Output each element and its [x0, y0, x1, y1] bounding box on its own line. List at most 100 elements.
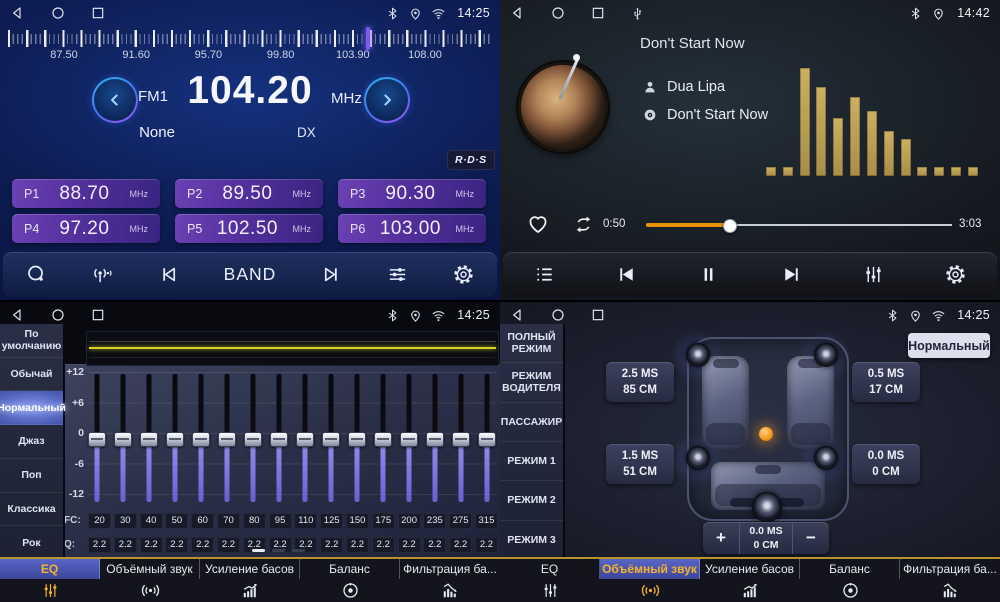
tab-surround[interactable]: Объёмный звук	[100, 559, 200, 602]
radio-preset-p6[interactable]: P6103.00MHz	[338, 214, 486, 243]
slider-thumb[interactable]	[270, 432, 288, 447]
repeat-icon[interactable]	[572, 213, 595, 236]
slider-thumb[interactable]	[426, 432, 444, 447]
delay-plus-button[interactable]: +	[703, 522, 739, 554]
back-icon[interactable]	[510, 5, 526, 21]
eq-band-slider[interactable]	[88, 374, 106, 502]
band-button[interactable]: BAND	[224, 264, 277, 285]
tab-filter[interactable]: Фильтрация ба...	[400, 559, 500, 602]
previous-track-icon[interactable]	[615, 263, 638, 286]
radio-preset-p5[interactable]: P5102.50MHz	[175, 214, 323, 243]
tab-filter[interactable]: Фильтрация ба...	[900, 559, 1000, 602]
playlist-icon[interactable]	[533, 263, 556, 286]
rear-left-delay-button[interactable]: 1.5 MS 51 CM	[606, 444, 674, 484]
eq-band-slider[interactable]	[192, 374, 210, 502]
eq-preset-item[interactable]: По умолчанию	[0, 324, 63, 358]
progress-bar[interactable]	[646, 220, 952, 230]
next-station-icon[interactable]	[320, 263, 343, 286]
rear-right-delay-button[interactable]: 0.0 MS 0 CM	[852, 444, 920, 484]
home-icon[interactable]	[50, 307, 66, 323]
eq-band-slider[interactable]	[140, 374, 158, 502]
front-right-delay-button[interactable]: 0.5 MS 17 CM	[852, 362, 920, 402]
eq-band-slider[interactable]	[452, 374, 470, 502]
eq-band-slider[interactable]	[166, 374, 184, 502]
subwoofer-delay-value[interactable]: 0.0 MS 0 CM	[739, 522, 793, 554]
slider-thumb[interactable]	[88, 432, 106, 447]
eq-band-slider[interactable]	[270, 374, 288, 502]
eq-preset-item[interactable]: Рок	[0, 526, 63, 560]
slider-thumb[interactable]	[322, 432, 340, 447]
tab-bass-boost[interactable]: Усиление басов	[700, 559, 800, 602]
favorite-heart-icon[interactable]	[526, 212, 550, 236]
eq-band-slider[interactable]	[218, 374, 236, 502]
slider-thumb[interactable]	[166, 432, 184, 447]
tune-up-button[interactable]	[364, 77, 410, 123]
pause-icon[interactable]	[697, 263, 720, 286]
recent-apps-icon[interactable]	[90, 307, 106, 323]
eq-sliders-icon[interactable]	[862, 263, 885, 286]
delay-minus-button[interactable]: −	[793, 522, 829, 554]
surround-mode-item[interactable]: РЕЖИМ 3	[500, 521, 563, 560]
slider-thumb[interactable]	[192, 432, 210, 447]
scan-icon[interactable]	[25, 263, 48, 286]
eq-band-slider[interactable]	[348, 374, 366, 502]
slider-thumb[interactable]	[296, 432, 314, 447]
settings-gear-icon[interactable]	[944, 263, 967, 286]
previous-station-icon[interactable]	[157, 263, 180, 286]
tab-eq-sliders[interactable]: EQ	[0, 559, 100, 602]
eq-preset-item[interactable]: Классика	[0, 493, 63, 527]
tab-balance[interactable]: Баланс	[300, 559, 400, 602]
settings-gear-icon[interactable]	[452, 263, 475, 286]
eq-preset-item[interactable]: Джаз	[0, 425, 63, 459]
surround-mode-item[interactable]: РЕЖИМ 1	[500, 442, 563, 481]
slider-thumb[interactable]	[348, 432, 366, 447]
radio-preset-p3[interactable]: P390.30MHz	[338, 179, 486, 208]
slider-thumb[interactable]	[374, 432, 392, 447]
eq-band-slider[interactable]	[478, 374, 496, 502]
eq-preset-item[interactable]: Обычай	[0, 358, 63, 392]
eq-preset-item[interactable]: Нормальный	[0, 391, 63, 425]
surround-mode-item[interactable]: ПОЛНЫЙ РЕЖИМ	[500, 324, 563, 363]
eq-band-slider[interactable]	[296, 374, 314, 502]
recent-apps-icon[interactable]	[590, 307, 606, 323]
radio-preset-p2[interactable]: P289.50MHz	[175, 179, 323, 208]
eq-band-slider[interactable]	[322, 374, 340, 502]
surround-mode-item[interactable]: РЕЖИМ 2	[500, 481, 563, 520]
tab-eq-sliders[interactable]: EQ	[500, 559, 600, 602]
slider-thumb[interactable]	[478, 432, 496, 447]
next-track-icon[interactable]	[780, 263, 803, 286]
surround-mode-item[interactable]: ПАССАЖИР	[500, 403, 563, 442]
recent-apps-icon[interactable]	[590, 5, 606, 21]
broadcast-icon[interactable]	[91, 263, 114, 286]
slider-thumb[interactable]	[452, 432, 470, 447]
home-icon[interactable]	[50, 5, 66, 21]
slider-thumb[interactable]	[400, 432, 418, 447]
back-icon[interactable]	[510, 307, 526, 323]
slider-thumb[interactable]	[218, 432, 236, 447]
tune-down-button[interactable]	[92, 77, 138, 123]
eq-band-slider[interactable]	[244, 374, 262, 502]
eq-band-slider[interactable]	[374, 374, 392, 502]
tab-bass-boost[interactable]: Усиление басов	[200, 559, 300, 602]
eq-preset-item[interactable]: Поп	[0, 459, 63, 493]
recent-apps-icon[interactable]	[90, 5, 106, 21]
home-icon[interactable]	[550, 5, 566, 21]
tab-balance[interactable]: Баланс	[800, 559, 900, 602]
slider-thumb[interactable]	[244, 432, 262, 447]
progress-knob[interactable]	[723, 219, 737, 233]
surround-mode-item[interactable]: РЕЖИМ ВОДИТЕЛЯ	[500, 363, 563, 402]
radio-preset-p4[interactable]: P497.20MHz	[12, 214, 160, 243]
sound-mode-button[interactable]: Нормальный	[908, 333, 990, 358]
home-icon[interactable]	[550, 307, 566, 323]
eq-band-slider[interactable]	[400, 374, 418, 502]
sliders-icon[interactable]	[386, 263, 409, 286]
slider-thumb[interactable]	[114, 432, 132, 447]
back-icon[interactable]	[10, 307, 26, 323]
frequency-ruler[interactable]: 87.5091.6095.7099.80103.90108.00	[0, 27, 500, 63]
tab-surround[interactable]: Объёмный звук	[600, 559, 700, 602]
eq-band-slider[interactable]	[426, 374, 444, 502]
eq-band-slider[interactable]	[114, 374, 132, 502]
back-icon[interactable]	[10, 5, 26, 21]
radio-preset-p1[interactable]: P188.70MHz	[12, 179, 160, 208]
slider-thumb[interactable]	[140, 432, 158, 447]
